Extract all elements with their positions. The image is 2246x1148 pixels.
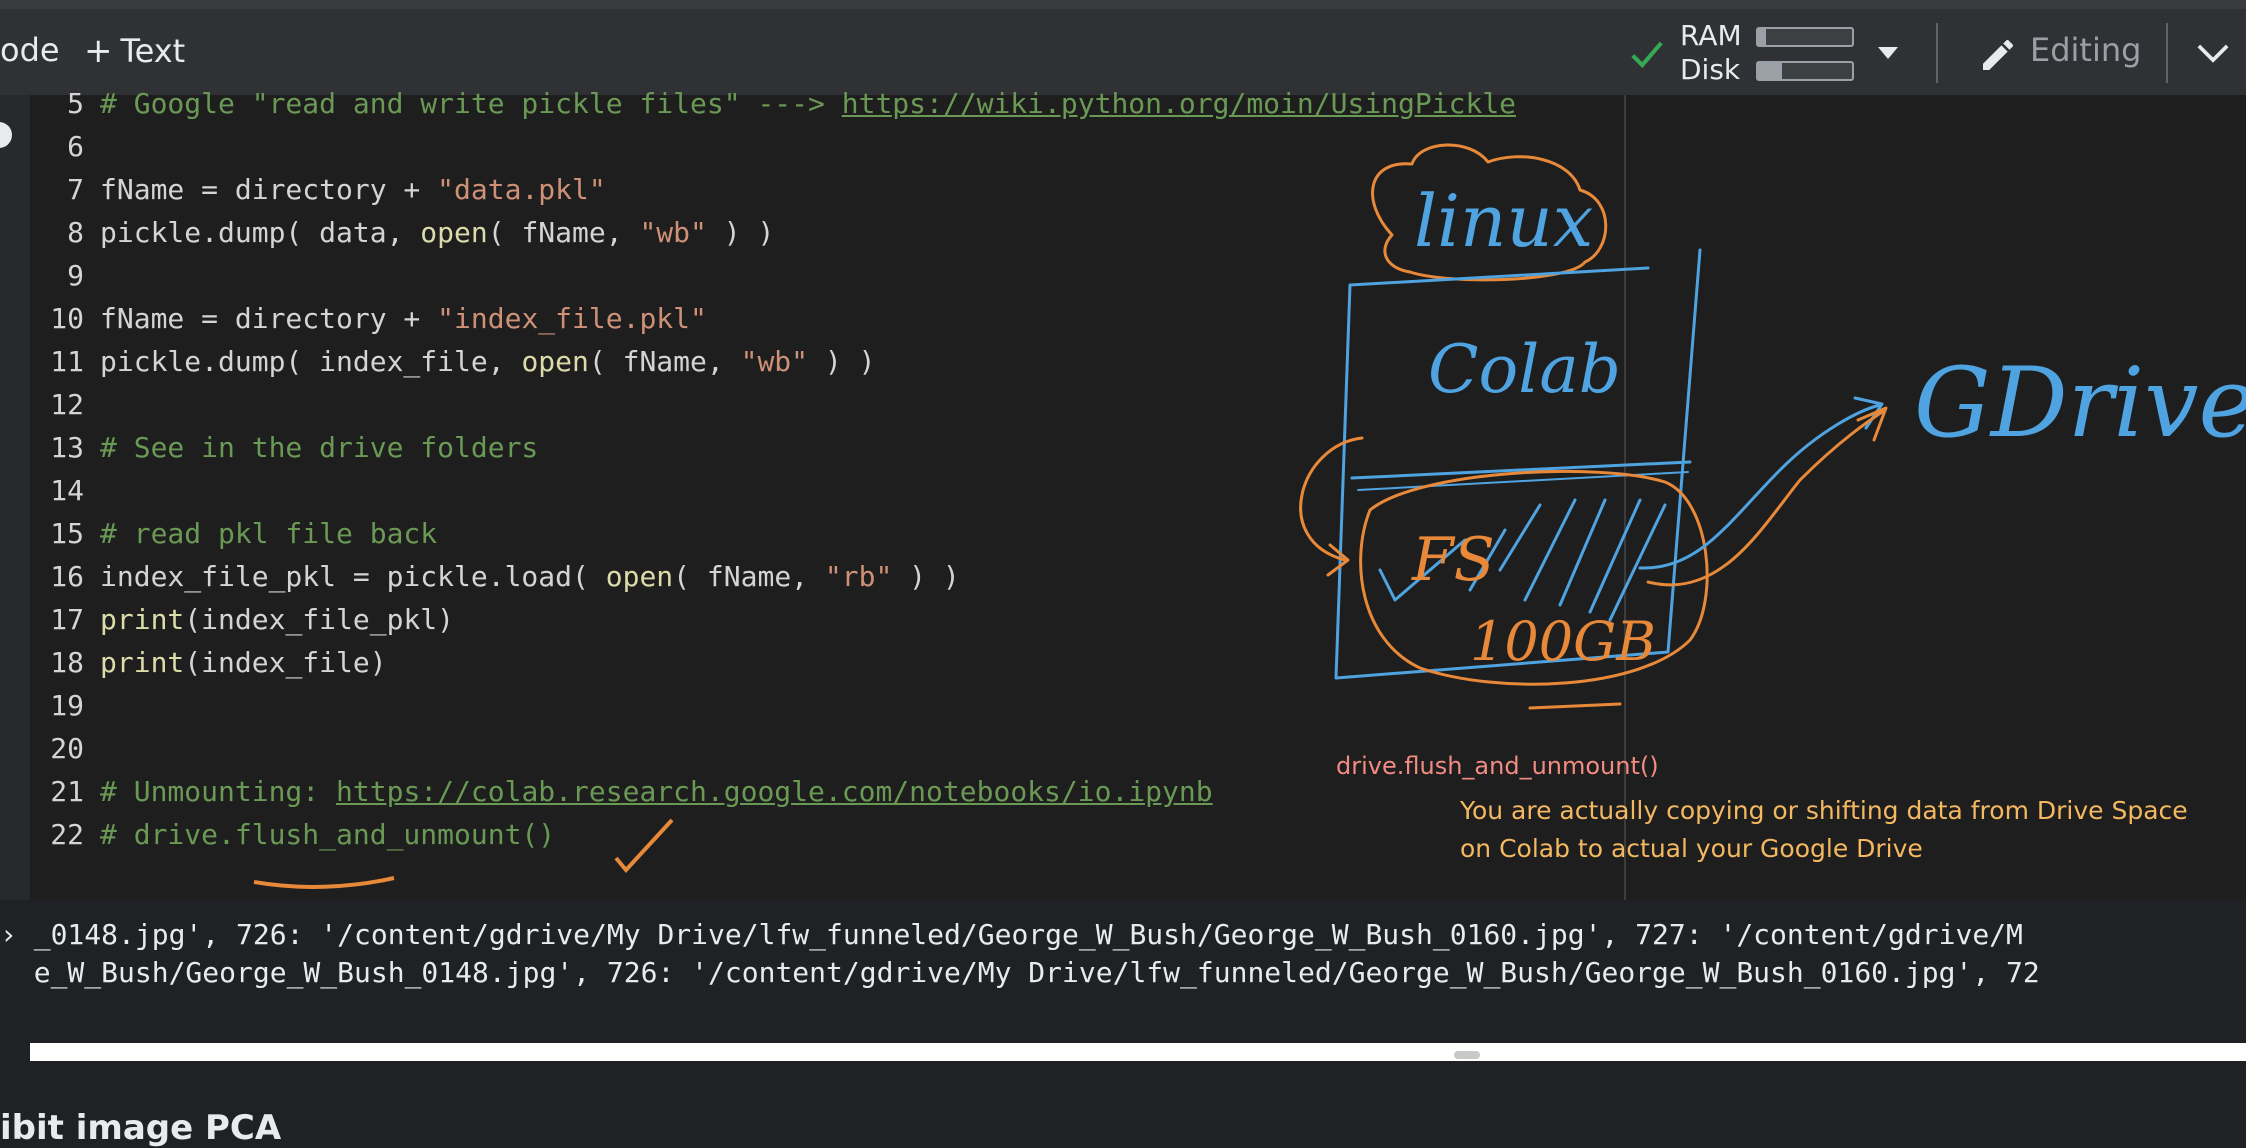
code-checkmark: [614, 818, 674, 874]
output-line-2: e_W_Bush/George_W_Bush_0148.jpg', 726: '…: [0, 956, 2040, 989]
fs-hatching: [1468, 498, 1667, 622]
output-line-1: › _0148.jpg', 726: '/content/gdrive/My D…: [0, 918, 2023, 951]
sketch-colab-label: Colab: [1428, 331, 1621, 408]
scrollbar-thumb[interactable]: [1454, 1051, 1480, 1059]
next-section-heading: ibit image PCA: [0, 1108, 282, 1148]
handdrawn-sketch: linux Colab FS 100GB GDrive: [253, 143, 2246, 889]
sketch-linux-label: linux: [1414, 179, 1593, 263]
flush-unmount-annotation: drive.flush_and_unmount(): [1336, 752, 1659, 780]
code-underline: [253, 876, 395, 889]
explanation-annotation: You are actually copying or shifting dat…: [1460, 792, 2188, 868]
sketch-fs-label: FS: [1411, 525, 1495, 595]
sketch-size-label: 100GB: [1470, 610, 1656, 673]
underline-stroke: [1528, 702, 1622, 710]
explanation-line-2: on Colab to actual your Google Drive: [1460, 834, 1923, 863]
left-loop-arrow: [1299, 436, 1364, 577]
sketch-gdrive-label: GDrive: [1914, 347, 2246, 459]
horizontal-scrollbar[interactable]: [30, 1043, 2246, 1061]
cell-output: › _0148.jpg', 726: '/content/gdrive/My D…: [0, 900, 2246, 1046]
explanation-line-1: You are actually copying or shifting dat…: [1460, 796, 2188, 825]
